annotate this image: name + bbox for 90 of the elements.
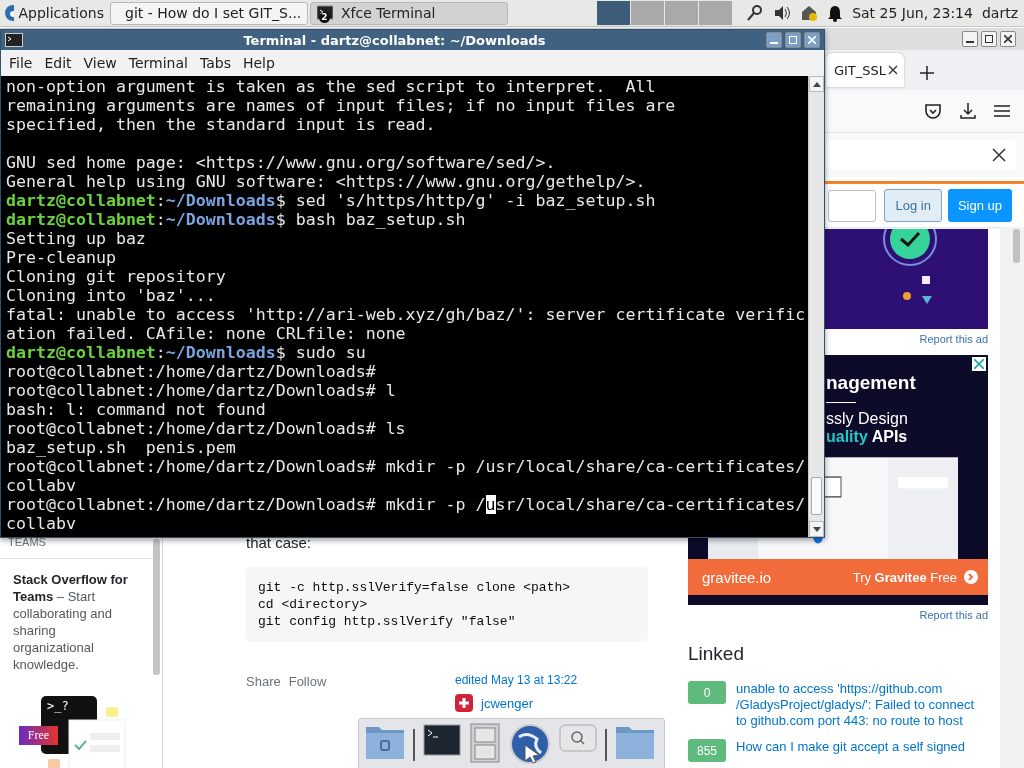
terminal-line: collabv: [6, 514, 77, 533]
login-button[interactable]: Log in: [884, 189, 942, 222]
volume-icon[interactable]: [773, 4, 792, 22]
score-badge: 0: [688, 681, 726, 704]
globe-icon[interactable]: [509, 723, 551, 765]
window-title: Terminal - dartz@collabnet: ~/Downloads: [242, 32, 547, 48]
pocket-icon[interactable]: [924, 102, 942, 120]
post-action-link[interactable]: Share: [246, 674, 281, 712]
close-button[interactable]: [1000, 31, 1016, 47]
download-icon[interactable]: [959, 102, 977, 120]
post-action-link[interactable]: Follow: [288, 674, 327, 712]
terminal-icon[interactable]: [423, 723, 461, 757]
terminal-line: collabv: [6, 476, 77, 495]
close-icon[interactable]: [888, 65, 898, 75]
terminal-icon: [5, 33, 23, 47]
section-heading: Linked: [688, 643, 745, 665]
answer-text: that case:: [246, 534, 313, 551]
new-tab-button[interactable]: [920, 66, 934, 80]
edited-link[interactable]: edited May 13 at 13:22: [455, 673, 578, 687]
close-icon: [808, 36, 816, 44]
terminal-line: non-option argument is taken as the sed script to interpret. All: [6, 77, 657, 96]
terminal-line: fatal: unable to access 'http://ari-web.xyz/gh/baz/': server certificate verific: [6, 305, 807, 324]
terminal-line: Cloning into 'baz'...: [6, 286, 217, 305]
terminal-line: Setting up baz: [6, 229, 147, 248]
clock: Sat 25 Jun, 23:14: [852, 5, 973, 21]
menu-item[interactable]: File: [4, 55, 38, 71]
maximize-icon: [789, 36, 797, 44]
browser-tab[interactable]: GIT_SSL: [826, 53, 904, 87]
scrollbar-thumb[interactable]: [811, 477, 822, 515]
free-badge: Free: [19, 726, 58, 745]
applications-menu[interactable]: Applications: [0, 1, 108, 25]
ad-text: uality APIs: [826, 428, 908, 446]
menu-icon[interactable]: [994, 104, 1010, 118]
bell-icon[interactable]: [827, 4, 844, 22]
terminal-line: root@collabnet:/home/dartz/Downloads# mkdir -p /usr/local/share/ca-certificates/: [6, 457, 807, 476]
prompt-label: >_?: [47, 699, 69, 713]
scrollbar-thumb[interactable]: [1013, 229, 1020, 263]
terminal-line: Cloning git repository: [6, 267, 227, 286]
close-icon[interactable]: [992, 148, 1006, 162]
menu-item[interactable]: Edit: [39, 55, 77, 71]
scrollbar-thumb[interactable]: [153, 539, 160, 675]
teams-promo-text: Stack Overflow for Teams – Start collaborating and sharing organizational knowledge.: [0, 558, 153, 673]
search-field[interactable]: [826, 140, 1016, 170]
terminal-icon: [317, 5, 333, 21]
maximize-icon: [985, 35, 993, 43]
workspace-button[interactable]: [597, 1, 631, 25]
scroll-down-button[interactable]: [809, 521, 824, 537]
report-ad-link[interactable]: Report this ad: [919, 609, 988, 621]
user-avatar-icon: [455, 694, 473, 712]
code-block: git -c http.sslVerify=false clone <path> cd <directory> git config http.sslVerify "false": [246, 567, 648, 642]
terminal-line: baz_setup.sh penis.pem: [6, 438, 237, 457]
terminal-line: root@collabnet:/home/dartz/Downloads#: [6, 362, 377, 381]
ad-brand: gravitee.io: [702, 568, 772, 586]
terminal-line: ation failed. CAfile: none CRLfile: none: [6, 324, 407, 343]
ad-heading: nagement: [826, 372, 916, 394]
terminal-line: remaining arguments are names of input files; if no input files are: [6, 96, 677, 115]
user-name[interactable]: dartz: [981, 5, 1018, 21]
menu-item[interactable]: Help: [237, 55, 280, 71]
terminal-line: bash: l: command not found: [6, 400, 267, 419]
terminal-line: root@collabnet:/home/dartz/Downloads# ls: [6, 419, 407, 438]
chevron-icon: [964, 570, 978, 584]
close-icon: [1004, 35, 1012, 43]
user-link[interactable]: jcwenger: [481, 695, 534, 711]
menu-item[interactable]: Terminal: [123, 55, 193, 71]
terminal-line: Pre-cleanup: [6, 248, 117, 267]
ad-text: ssly Design: [826, 410, 908, 428]
report-ad-link[interactable]: Report this ad: [919, 333, 988, 345]
terminal-line: GNU sed home page: <https://www.gnu.org/software/sed/>.: [6, 153, 557, 172]
maximize-button[interactable]: [981, 31, 997, 47]
menu-item[interactable]: View: [78, 55, 122, 71]
terminal-line: dartz@collabnet:~/Downloads$ sudo su: [6, 343, 367, 362]
question-link[interactable]: How can I make git accept a self signed: [736, 739, 981, 762]
terminal-line: dartz@collabnet:~/Downloads$ bash baz_setup.sh: [6, 210, 467, 229]
up-arrow-icon: [812, 81, 821, 87]
taskbar-button[interactable]: 2 Xfce Terminal: [310, 1, 508, 25]
search-icon[interactable]: [559, 723, 597, 753]
terminal-line: specified, then the standard input is read.: [6, 115, 437, 134]
minimize-button[interactable]: [962, 31, 978, 47]
question-link[interactable]: unable to access 'https://github.com /GladysProject/gladys/': Failed to connect to github.com port 443: no route to host: [736, 681, 981, 729]
menu-item[interactable]: Tabs: [194, 55, 236, 71]
terminal-line: root@collabnet:/home/dartz/Downloads# l: [6, 381, 397, 400]
section-label: TEAMS: [7, 536, 47, 548]
terminal-line: root@collabnet:/home/dartz/Downloads# mkdir -p /usr/local/share/ca-certificates/: [6, 495, 807, 514]
terminal-line: dartz@collabnet:~/Downloads$ sed 's/https/http/g' -i baz_setup.sh: [6, 191, 657, 210]
terminal-line: General help using GNU software: <https://www.gnu.org/gethelp/>.: [6, 172, 647, 191]
down-arrow-icon: [812, 526, 821, 532]
scroll-up-button[interactable]: [809, 76, 824, 92]
score-badge: 855: [688, 739, 726, 762]
search-field[interactable]: [828, 189, 877, 222]
taskbar-button[interactable]: git - How do I set GIT_S...: [110, 1, 308, 25]
